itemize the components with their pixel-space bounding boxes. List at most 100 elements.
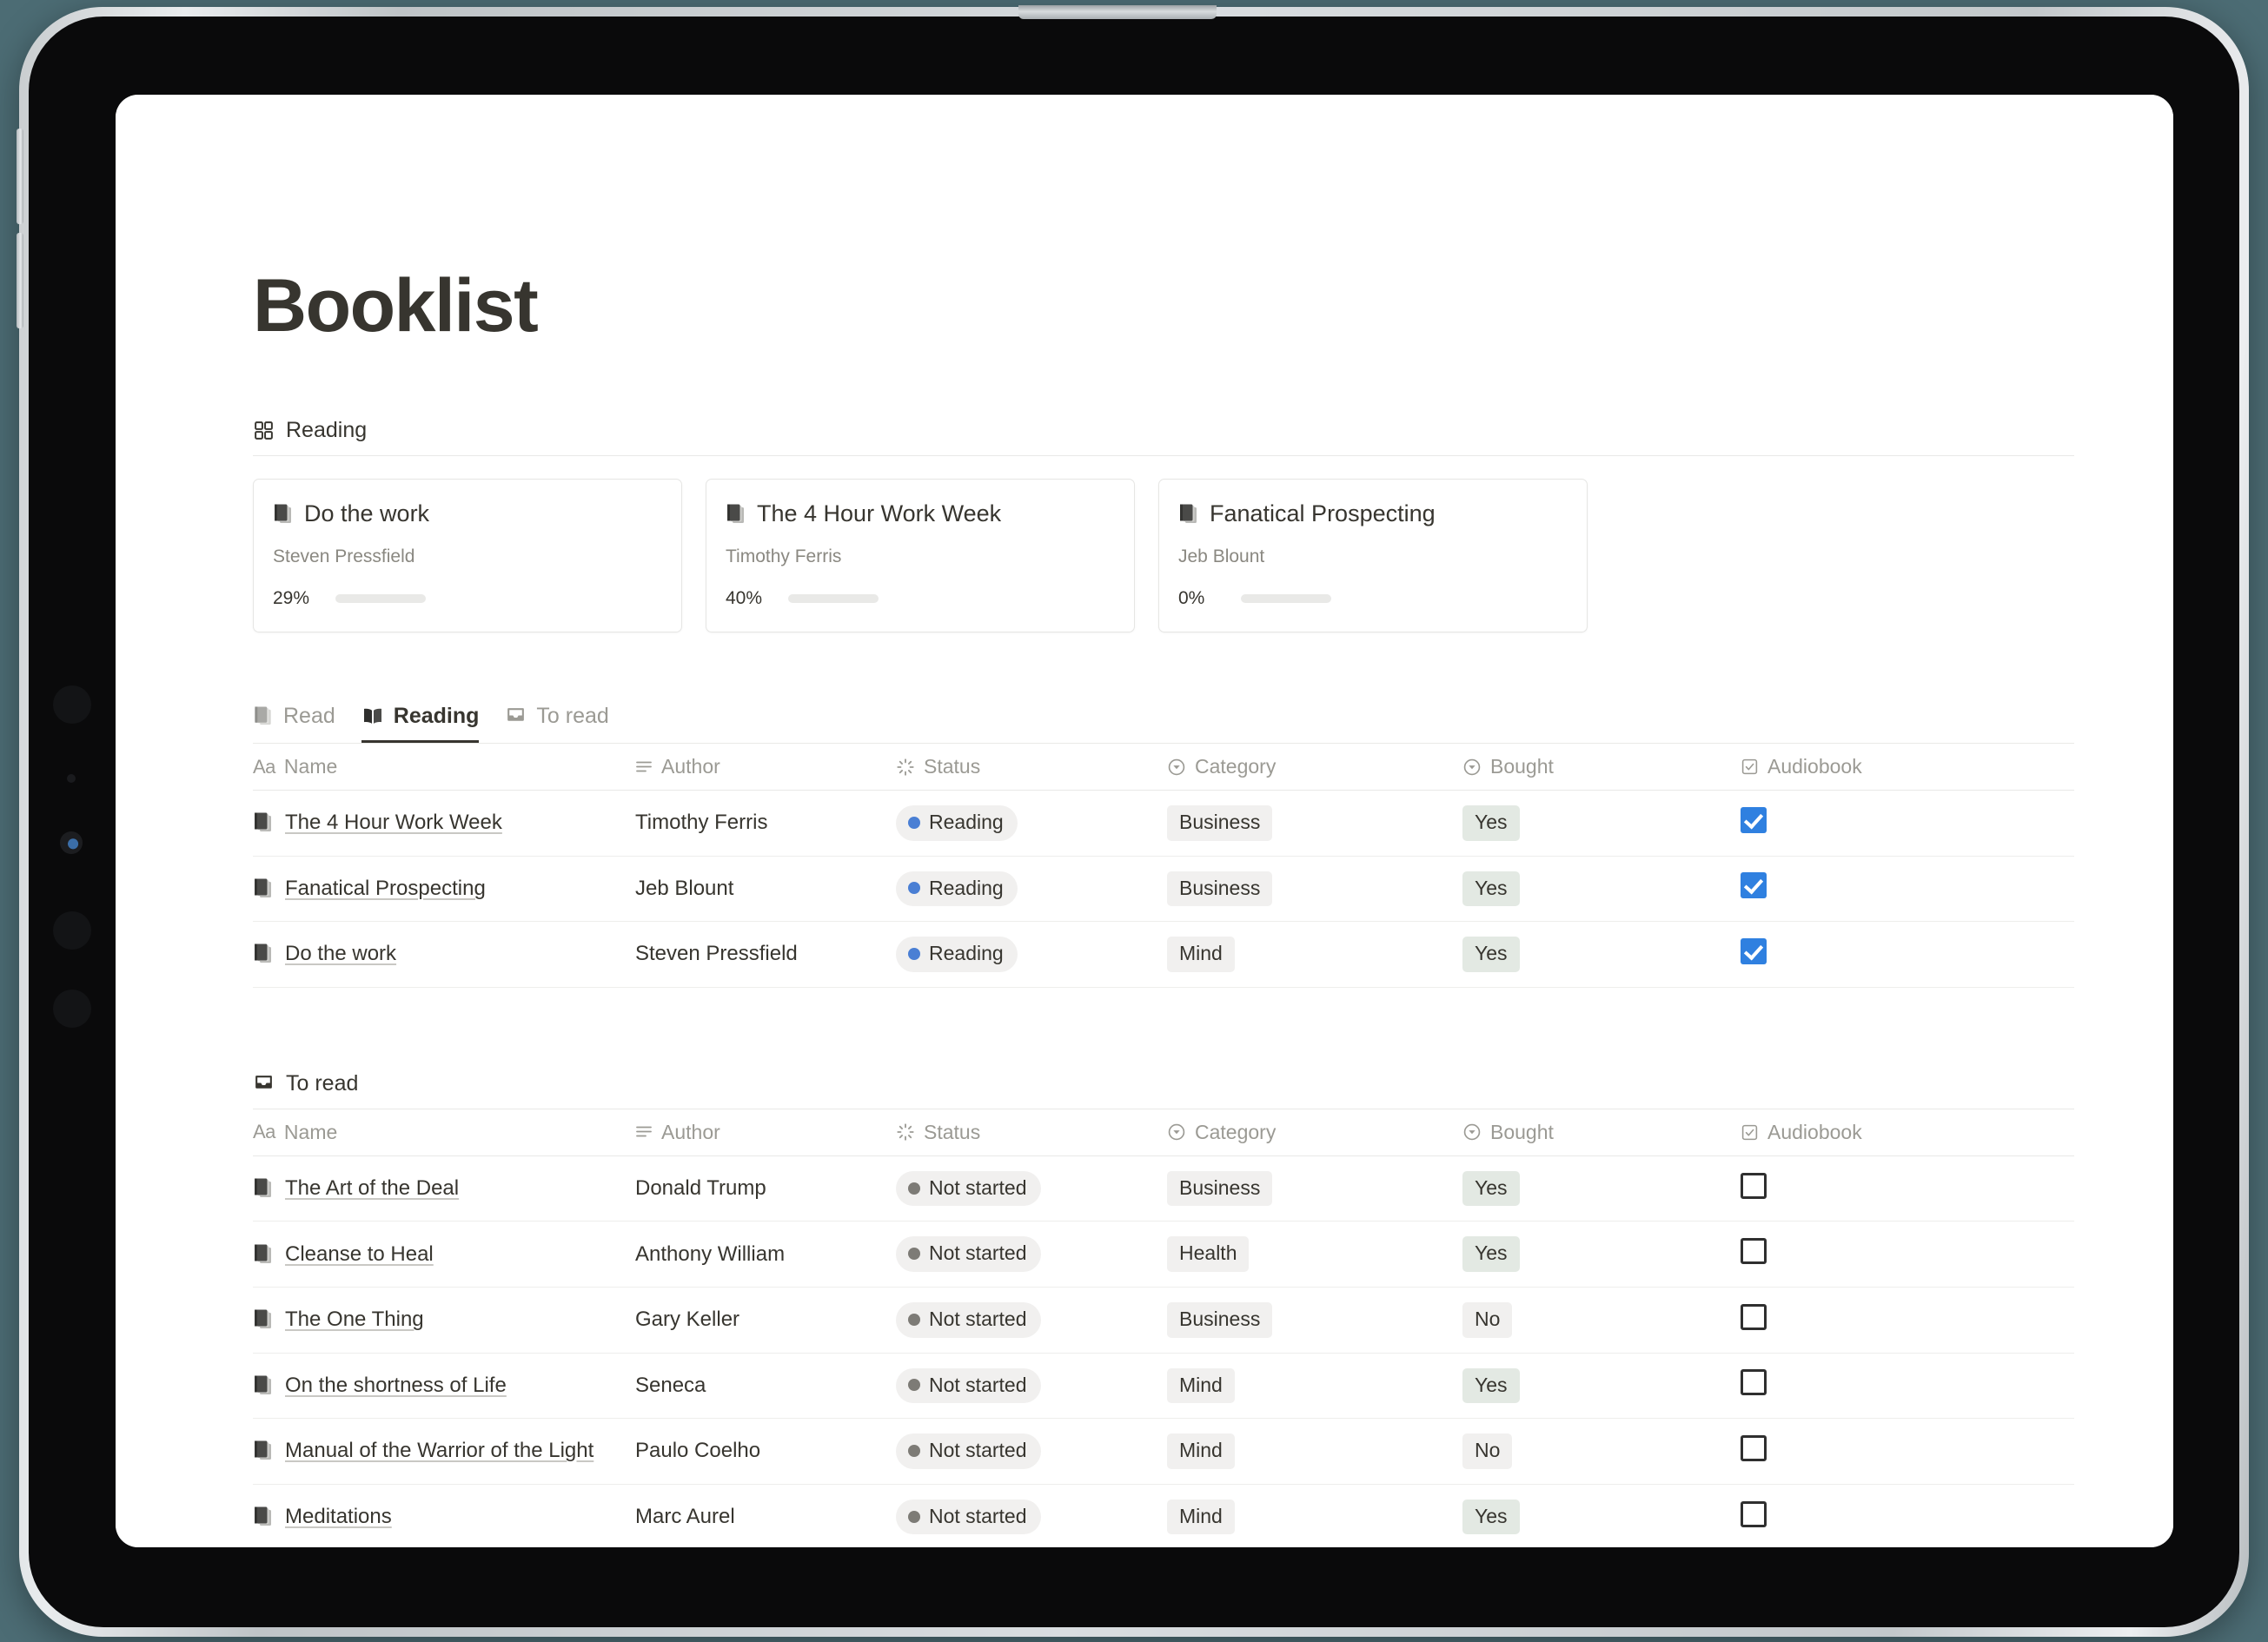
table-row[interactable]: Meditations Marc Aurel Not started Mind …: [253, 1484, 2074, 1547]
cell-status[interactable]: Reading: [896, 790, 1167, 857]
cell-status[interactable]: Not started: [896, 1155, 1167, 1222]
category-tag[interactable]: Business: [1167, 805, 1273, 841]
table-row[interactable]: The 4 Hour Work Week Timothy Ferris Read…: [253, 790, 2074, 857]
cell-audiobook[interactable]: [1741, 856, 2074, 923]
cell-status[interactable]: Not started: [896, 1221, 1167, 1288]
column-header-status[interactable]: Status: [896, 744, 1167, 791]
cell-audiobook[interactable]: [1741, 1418, 2074, 1485]
audiobook-checkbox[interactable]: [1741, 1434, 1767, 1461]
cell-category[interactable]: Business: [1167, 790, 1462, 857]
cell-category[interactable]: Business: [1167, 856, 1462, 923]
bought-tag[interactable]: Yes: [1462, 1499, 1520, 1535]
cell-bought[interactable]: Yes: [1462, 1221, 1741, 1288]
status-badge[interactable]: Not started: [896, 1367, 1041, 1404]
column-header-audiobook[interactable]: Audiobook: [1741, 1109, 2074, 1156]
cell-audiobook[interactable]: [1741, 1353, 2074, 1420]
tab-to-read[interactable]: To read: [505, 704, 609, 743]
section-header-to-read[interactable]: To read: [253, 1071, 2074, 1109]
column-header-status[interactable]: Status: [896, 1109, 1167, 1156]
bought-tag[interactable]: Yes: [1462, 937, 1520, 972]
bought-tag[interactable]: No: [1462, 1301, 1513, 1338]
cell-bought[interactable]: No: [1462, 1418, 1741, 1485]
cell-category[interactable]: Mind: [1167, 921, 1462, 988]
cell-audiobook[interactable]: [1741, 921, 2074, 988]
category-tag[interactable]: Mind: [1167, 1499, 1235, 1535]
cell-audiobook[interactable]: [1741, 1287, 2074, 1354]
table-row[interactable]: The One Thing Gary Keller Not started Bu…: [253, 1287, 2074, 1354]
cell-category[interactable]: Business: [1167, 1287, 1462, 1354]
table-row[interactable]: Do the work Steven Pressfield Reading Mi…: [253, 921, 2074, 988]
audiobook-checkbox[interactable]: [1741, 1303, 1767, 1330]
audiobook-checkbox[interactable]: [1741, 1369, 1767, 1396]
column-header-category[interactable]: Category: [1167, 1109, 1462, 1156]
cell-category[interactable]: Business: [1167, 1155, 1462, 1222]
status-badge[interactable]: Reading: [896, 871, 1018, 907]
cell-bought[interactable]: No: [1462, 1287, 1741, 1354]
cell-bought[interactable]: Yes: [1462, 1353, 1741, 1420]
cell-bought[interactable]: Yes: [1462, 856, 1741, 923]
device-volume-up-button[interactable]: [17, 129, 23, 224]
bought-tag[interactable]: Yes: [1462, 1170, 1520, 1207]
cell-status[interactable]: Not started: [896, 1418, 1167, 1485]
status-badge[interactable]: Not started: [896, 1433, 1041, 1469]
audiobook-checkbox[interactable]: [1741, 1172, 1767, 1199]
status-badge[interactable]: Not started: [896, 1236, 1041, 1272]
category-tag[interactable]: Mind: [1167, 1367, 1235, 1404]
category-tag[interactable]: Mind: [1167, 937, 1235, 972]
column-header-category[interactable]: Category: [1167, 744, 1462, 791]
bought-tag[interactable]: Yes: [1462, 871, 1520, 907]
cell-status[interactable]: Reading: [896, 921, 1167, 988]
view-label-reading[interactable]: Reading: [253, 418, 2074, 456]
cell-bought[interactable]: Yes: [1462, 1484, 1741, 1547]
column-header-name[interactable]: Aa Name: [253, 744, 635, 791]
bought-tag[interactable]: No: [1462, 1433, 1513, 1469]
cell-status[interactable]: Not started: [896, 1287, 1167, 1354]
cell-bought[interactable]: Yes: [1462, 921, 1741, 988]
table-row[interactable]: Manual of the Warrior of the Light Paulo…: [253, 1418, 2074, 1485]
table-row[interactable]: The Art of the Deal Donald Trump Not sta…: [253, 1155, 2074, 1222]
cell-bought[interactable]: Yes: [1462, 1155, 1741, 1222]
column-header-author[interactable]: Author: [635, 744, 896, 791]
book-name-link[interactable]: Meditations: [285, 1505, 392, 1529]
audiobook-checkbox[interactable]: [1741, 872, 1767, 899]
book-card[interactable]: Do the work Steven Pressfield 29%: [253, 479, 682, 632]
book-card[interactable]: The 4 Hour Work Week Timothy Ferris 40%: [706, 479, 1135, 632]
table-row[interactable]: Fanatical Prospecting Jeb Blount Reading…: [253, 856, 2074, 923]
cell-audiobook[interactable]: [1741, 1155, 2074, 1222]
cell-status[interactable]: Not started: [896, 1353, 1167, 1420]
cell-category[interactable]: Health: [1167, 1221, 1462, 1288]
device-volume-down-button[interactable]: [17, 233, 23, 328]
column-header-bought[interactable]: Bought: [1462, 744, 1741, 791]
book-name-link[interactable]: Manual of the Warrior of the Light: [285, 1439, 594, 1463]
status-badge[interactable]: Not started: [896, 1499, 1041, 1535]
table-row[interactable]: On the shortness of Life Seneca Not star…: [253, 1353, 2074, 1420]
column-header-author[interactable]: Author: [635, 1109, 896, 1156]
column-header-name[interactable]: Aa Name: [253, 1109, 635, 1156]
cell-audiobook[interactable]: [1741, 790, 2074, 857]
bought-tag[interactable]: Yes: [1462, 1236, 1520, 1272]
tab-read[interactable]: Read: [253, 704, 335, 743]
book-card[interactable]: Fanatical Prospecting Jeb Blount 0%: [1158, 479, 1588, 632]
status-badge[interactable]: Reading: [896, 937, 1018, 972]
book-name-link[interactable]: The 4 Hour Work Week: [285, 811, 502, 835]
category-tag[interactable]: Health: [1167, 1236, 1250, 1272]
status-badge[interactable]: Not started: [896, 1170, 1041, 1207]
cell-status[interactable]: Not started: [896, 1484, 1167, 1547]
book-name-link[interactable]: Cleanse to Heal: [285, 1242, 434, 1267]
audiobook-checkbox[interactable]: [1741, 937, 1767, 964]
bought-tag[interactable]: Yes: [1462, 1367, 1520, 1404]
category-tag[interactable]: Mind: [1167, 1433, 1235, 1469]
category-tag[interactable]: Business: [1167, 1301, 1273, 1338]
tab-reading[interactable]: Reading: [361, 704, 480, 743]
column-header-audiobook[interactable]: Audiobook: [1741, 744, 2074, 791]
table-row[interactable]: Cleanse to Heal Anthony William Not star…: [253, 1221, 2074, 1288]
cell-category[interactable]: Mind: [1167, 1353, 1462, 1420]
book-name-link[interactable]: The One Thing: [285, 1308, 424, 1332]
book-name-link[interactable]: On the shortness of Life: [285, 1374, 507, 1398]
cell-audiobook[interactable]: [1741, 1484, 2074, 1547]
book-name-link[interactable]: The Art of the Deal: [285, 1176, 459, 1201]
status-badge[interactable]: Not started: [896, 1301, 1041, 1338]
cell-bought[interactable]: Yes: [1462, 790, 1741, 857]
column-header-bought[interactable]: Bought: [1462, 1109, 1741, 1156]
book-name-link[interactable]: Do the work: [285, 942, 396, 966]
